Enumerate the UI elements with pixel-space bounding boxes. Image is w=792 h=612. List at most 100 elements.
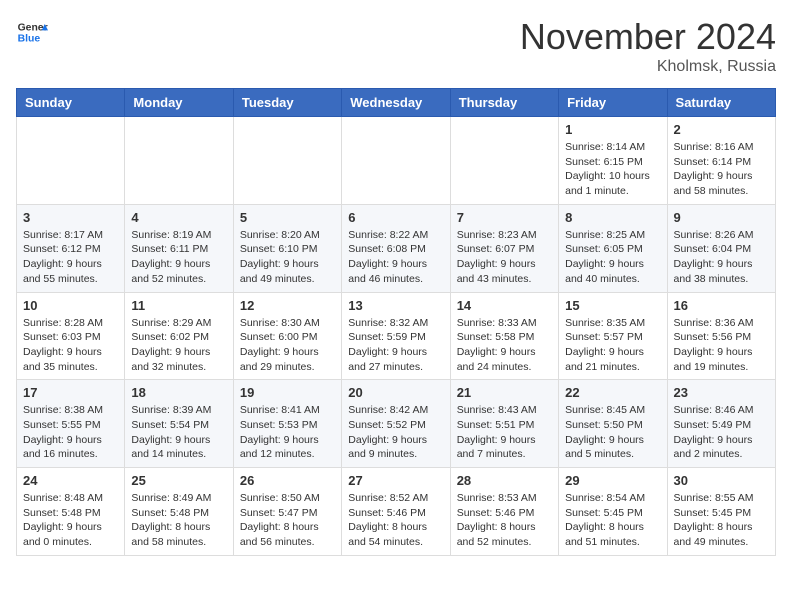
calendar-cell: 8 Sunrise: 8:25 AMSunset: 6:05 PMDaylight… (559, 204, 667, 292)
day-number: 15 (565, 298, 660, 313)
title-block: November 2024 Kholmsk, Russia (520, 16, 776, 76)
calendar-cell: 5 Sunrise: 8:20 AMSunset: 6:10 PMDaylight… (233, 204, 341, 292)
calendar-cell: 25 Sunrise: 8:49 AMSunset: 5:48 PMDayligh… (125, 468, 233, 556)
day-number: 5 (240, 210, 335, 225)
day-number: 3 (23, 210, 118, 225)
day-info: Sunrise: 8:43 AMSunset: 5:51 PMDaylight:… (457, 403, 552, 462)
calendar-cell: 24 Sunrise: 8:48 AMSunset: 5:48 PMDayligh… (17, 468, 125, 556)
svg-text:Blue: Blue (18, 34, 41, 45)
day-number: 25 (131, 473, 226, 488)
calendar-cell: 22 Sunrise: 8:45 AMSunset: 5:50 PMDayligh… (559, 380, 667, 468)
day-info: Sunrise: 8:30 AMSunset: 6:00 PMDaylight:… (240, 316, 335, 375)
calendar-cell (342, 117, 450, 205)
day-number: 1 (565, 122, 660, 137)
weekday-header-thursday: Thursday (450, 89, 558, 117)
calendar-cell: 18Sunrise: 8:39 AMSunset: 5:54 PMDayligh… (125, 380, 233, 468)
day-number: 13 (348, 298, 443, 313)
day-info: Sunrise: 8:29 AMSunset: 6:02 PMDaylight:… (131, 316, 226, 375)
day-number: 11 (131, 298, 226, 313)
day-info: Sunrise: 8:28 AMSunset: 6:03 PMDaylight:… (23, 316, 118, 375)
weekday-header-wednesday: Wednesday (342, 89, 450, 117)
weekday-header-row: SundayMondayTuesdayWednesdayThursdayFrid… (17, 89, 776, 117)
day-number: 6 (348, 210, 443, 225)
day-number: 20 (348, 385, 443, 400)
day-info: Sunrise: 8:17 AMSunset: 6:12 PMDaylight:… (23, 228, 118, 287)
day-number: 16 (674, 298, 769, 313)
location: Kholmsk, Russia (520, 58, 776, 76)
calendar-week-4: 17 Sunrise: 8:38 AMSunset: 5:55 PMDayligh… (17, 380, 776, 468)
day-number: 10 (23, 298, 118, 313)
calendar-week-2: 3 Sunrise: 8:17 AMSunset: 6:12 PMDaylight… (17, 204, 776, 292)
calendar-cell: 13 Sunrise: 8:32 AMSunset: 5:59 PMDayligh… (342, 292, 450, 380)
calendar-cell: 1 Sunrise: 8:14 AMSunset: 6:15 PMDaylight… (559, 117, 667, 205)
calendar-week-3: 10 Sunrise: 8:28 AMSunset: 6:03 PMDayligh… (17, 292, 776, 380)
day-info: Sunrise: 8:32 AMSunset: 5:59 PMDaylight:… (348, 316, 443, 375)
day-number: 7 (457, 210, 552, 225)
day-number: 29 (565, 473, 660, 488)
day-info: Sunrise: 8:33 AMSunset: 5:58 PMDaylight:… (457, 316, 552, 375)
logo-icon: General Blue (16, 16, 48, 48)
day-info: Sunrise: 8:20 AMSunset: 6:10 PMDaylight:… (240, 228, 335, 287)
day-info: Sunrise: 8:50 AMSunset: 5:47 PMDaylight:… (240, 491, 335, 550)
day-number: 17 (23, 385, 118, 400)
day-info: Sunrise: 8:55 AMSunset: 5:45 PMDaylight:… (674, 491, 769, 550)
day-number: 24 (23, 473, 118, 488)
calendar-cell (233, 117, 341, 205)
day-info: Sunrise: 8:26 AMSunset: 6:04 PMDaylight:… (674, 228, 769, 287)
day-number: 21 (457, 385, 552, 400)
calendar-cell: 28 Sunrise: 8:53 AMSunset: 5:46 PMDayligh… (450, 468, 558, 556)
day-info: Sunrise: 8:16 AMSunset: 6:14 PMDaylight:… (674, 140, 769, 199)
calendar-cell: 12 Sunrise: 8:30 AMSunset: 6:00 PMDayligh… (233, 292, 341, 380)
day-info: Sunrise: 8:41 AMSunset: 5:53 PMDaylight:… (240, 403, 335, 462)
weekday-header-sunday: Sunday (17, 89, 125, 117)
day-info: Sunrise: 8:52 AMSunset: 5:46 PMDaylight:… (348, 491, 443, 550)
day-number: 28 (457, 473, 552, 488)
calendar-cell (125, 117, 233, 205)
day-number: 12 (240, 298, 335, 313)
day-number: 18 (131, 385, 226, 400)
day-info: Sunrise: 8:23 AMSunset: 6:07 PMDaylight:… (457, 228, 552, 287)
day-number: 2 (674, 122, 769, 137)
day-number: 19 (240, 385, 335, 400)
day-number: 30 (674, 473, 769, 488)
day-info: Sunrise: 8:22 AMSunset: 6:08 PMDaylight:… (348, 228, 443, 287)
day-number: 27 (348, 473, 443, 488)
weekday-header-friday: Friday (559, 89, 667, 117)
day-info: Sunrise: 8:14 AMSunset: 6:15 PMDaylight:… (565, 140, 660, 199)
day-info: Sunrise: 8:36 AMSunset: 5:56 PMDaylight:… (674, 316, 769, 375)
calendar-cell: 2 Sunrise: 8:16 AMSunset: 6:14 PMDaylight… (667, 117, 775, 205)
calendar-week-5: 24 Sunrise: 8:48 AMSunset: 5:48 PMDayligh… (17, 468, 776, 556)
calendar-cell: 29Sunrise: 8:54 AMSunset: 5:45 PMDayligh… (559, 468, 667, 556)
day-info: Sunrise: 8:45 AMSunset: 5:50 PMDaylight:… (565, 403, 660, 462)
day-info: Sunrise: 8:25 AMSunset: 6:05 PMDaylight:… (565, 228, 660, 287)
calendar-cell: 10 Sunrise: 8:28 AMSunset: 6:03 PMDayligh… (17, 292, 125, 380)
day-number: 23 (674, 385, 769, 400)
day-info: Sunrise: 8:42 AMSunset: 5:52 PMDaylight:… (348, 403, 443, 462)
day-number: 22 (565, 385, 660, 400)
calendar-cell: 17 Sunrise: 8:38 AMSunset: 5:55 PMDayligh… (17, 380, 125, 468)
day-info: Sunrise: 8:38 AMSunset: 5:55 PMDaylight:… (23, 403, 118, 462)
calendar-cell: 21 Sunrise: 8:43 AMSunset: 5:51 PMDayligh… (450, 380, 558, 468)
logo: General Blue (16, 16, 48, 48)
day-info: Sunrise: 8:49 AMSunset: 5:48 PMDaylight:… (131, 491, 226, 550)
calendar-cell: 14 Sunrise: 8:33 AMSunset: 5:58 PMDayligh… (450, 292, 558, 380)
day-number: 26 (240, 473, 335, 488)
calendar-cell: 6 Sunrise: 8:22 AMSunset: 6:08 PMDaylight… (342, 204, 450, 292)
day-info: Sunrise: 8:48 AMSunset: 5:48 PMDaylight:… (23, 491, 118, 550)
day-number: 4 (131, 210, 226, 225)
calendar-cell: 26 Sunrise: 8:50 AMSunset: 5:47 PMDayligh… (233, 468, 341, 556)
weekday-header-monday: Monday (125, 89, 233, 117)
day-number: 8 (565, 210, 660, 225)
calendar-cell: 16 Sunrise: 8:36 AMSunset: 5:56 PMDayligh… (667, 292, 775, 380)
calendar-cell: 11 Sunrise: 8:29 AMSunset: 6:02 PMDayligh… (125, 292, 233, 380)
page-header: General Blue November 2024 Kholmsk, Russ… (16, 16, 776, 76)
day-info: Sunrise: 8:53 AMSunset: 5:46 PMDaylight:… (457, 491, 552, 550)
calendar-table: SundayMondayTuesdayWednesdayThursdayFrid… (16, 88, 776, 556)
weekday-header-tuesday: Tuesday (233, 89, 341, 117)
month-title: November 2024 (520, 16, 776, 58)
day-number: 9 (674, 210, 769, 225)
calendar-cell: 15Sunrise: 8:35 AMSunset: 5:57 PMDayligh… (559, 292, 667, 380)
day-number: 14 (457, 298, 552, 313)
calendar-cell: 3 Sunrise: 8:17 AMSunset: 6:12 PMDaylight… (17, 204, 125, 292)
calendar-cell: 4Sunrise: 8:19 AMSunset: 6:11 PMDaylight… (125, 204, 233, 292)
